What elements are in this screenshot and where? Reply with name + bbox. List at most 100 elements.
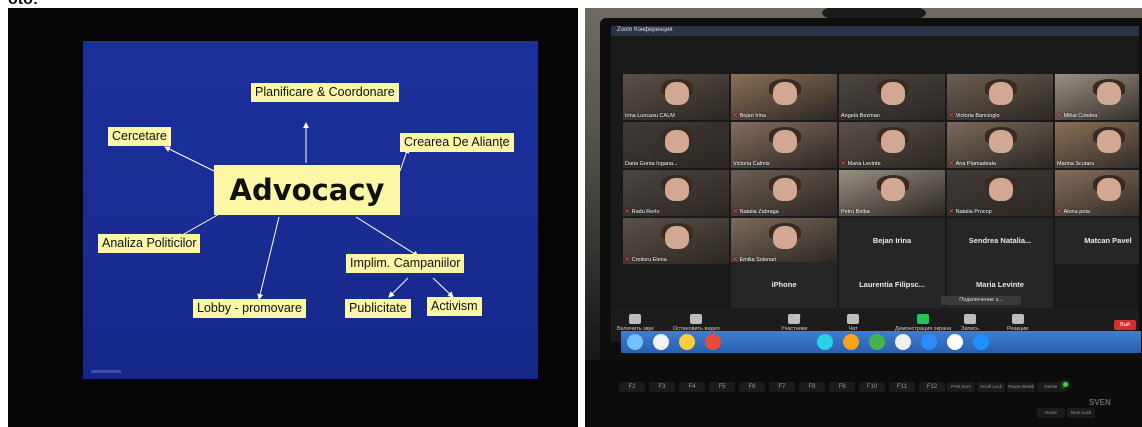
keyboard-key[interactable]: F8 bbox=[799, 382, 825, 392]
folder-icon[interactable] bbox=[679, 334, 695, 350]
participant-tile[interactable]: ✕ Bejan Irina bbox=[731, 74, 837, 120]
participant-face bbox=[665, 82, 689, 106]
keyboard-key[interactable]: F7 bbox=[769, 382, 795, 392]
participant-name-text: Angela Bezman bbox=[841, 113, 880, 119]
keyboard-key[interactable]: F2 bbox=[619, 382, 645, 392]
participant-name: Angela Bezman bbox=[841, 113, 880, 119]
participant-tile[interactable]: ✕ Natalia Procop bbox=[947, 170, 1053, 216]
participant-tile[interactable]: ✕ Ana Plamadeala bbox=[947, 122, 1053, 168]
media-icon[interactable] bbox=[705, 334, 721, 350]
zoom-titlebar: Zoom Конференция bbox=[611, 26, 1139, 36]
video-taskbar-icon[interactable] bbox=[973, 334, 989, 350]
participant-face bbox=[1097, 82, 1121, 106]
participant-tile[interactable]: ✕ Victoria Bancioglo bbox=[947, 74, 1053, 120]
arrow-implim bbox=[355, 216, 419, 257]
keyboard-key[interactable]: F3 bbox=[649, 382, 675, 392]
participant-tile[interactable]: Daria Gonta Iogana... bbox=[623, 122, 729, 168]
keyboard-key[interactable]: F9 bbox=[829, 382, 855, 392]
zoom-window: Zoom Конференция Irina Luncasu CALM ✕ Beja… bbox=[611, 26, 1139, 342]
keyboard-key[interactable]: Print Scrn bbox=[947, 382, 975, 392]
mic-muted-icon: ✕ bbox=[949, 113, 954, 119]
participant-tile[interactable]: ✕ Maria Levinte bbox=[839, 122, 945, 168]
search-icon[interactable] bbox=[843, 334, 859, 350]
participant-tile[interactable]: ✕ Emilia Solonari bbox=[731, 218, 837, 264]
participant-face bbox=[773, 226, 797, 250]
participant-tile[interactable]: ✕ Alona pota bbox=[1055, 170, 1139, 216]
participant-name: ✕ Alona pota bbox=[1057, 209, 1090, 215]
arrow-activism bbox=[432, 277, 454, 298]
participant-name: ✕ Victoria Bancioglo bbox=[949, 113, 1000, 119]
toolbar-reactions-button[interactable]: Реакции bbox=[1007, 314, 1028, 332]
keyboard-key[interactable]: Num Lock bbox=[1067, 408, 1095, 418]
keyboard-key[interactable]: Pause Break bbox=[1007, 382, 1035, 392]
app-icon[interactable] bbox=[817, 334, 833, 350]
mic-muted-icon: ✕ bbox=[949, 209, 954, 215]
participant-tile[interactable]: Marina Scutaru bbox=[1055, 122, 1139, 168]
participant-name: Petru Bolba bbox=[841, 209, 870, 215]
keyboard-key[interactable]: Delete bbox=[1037, 382, 1065, 392]
end-meeting-button[interactable]: Вый bbox=[1114, 320, 1136, 330]
keyboard-key[interactable]: Scroll Lock bbox=[977, 382, 1005, 392]
keyboard-key[interactable]: F10 bbox=[859, 382, 885, 392]
mic-muted-icon: ✕ bbox=[625, 209, 630, 215]
zoom-taskbar-icon[interactable] bbox=[921, 334, 937, 350]
participant-face bbox=[773, 82, 797, 106]
toolbar-record-button[interactable]: Запись bbox=[961, 314, 979, 332]
participant-face bbox=[989, 178, 1013, 202]
participant-name: ✕ Croitoru Elena bbox=[625, 257, 667, 263]
participant-name-text: Maria Levinte bbox=[847, 161, 881, 167]
participant-tile-name-only[interactable]: Laurentia Filipsc... bbox=[839, 262, 945, 308]
participant-tile[interactable]: Angela Bezman bbox=[839, 74, 945, 120]
toolbar-video-button[interactable]: Остановить видео bbox=[673, 314, 720, 332]
participant-tile-name-only[interactable]: iPhone bbox=[731, 262, 837, 308]
keyboard-brand: SVEN bbox=[1089, 398, 1111, 407]
participant-tile[interactable]: ✕ Natalia Zabraga bbox=[731, 170, 837, 216]
toolbar-chat-button[interactable]: Чат bbox=[847, 314, 859, 332]
participant-face bbox=[881, 82, 905, 106]
keyboard-key[interactable]: F11 bbox=[889, 382, 915, 392]
mic-muted-icon: ✕ bbox=[841, 161, 846, 167]
keyboard-key[interactable]: Home bbox=[1037, 408, 1065, 418]
toolbar-mic-muted-button[interactable]: Включить звук bbox=[617, 314, 654, 332]
document-icon[interactable] bbox=[947, 334, 963, 350]
participant-tile[interactable]: ✕ Mihai Cotelea bbox=[1055, 74, 1139, 120]
keyboard-key[interactable]: F12 bbox=[919, 382, 945, 392]
participant-name-text: Daria Gonta Iogana... bbox=[625, 161, 678, 167]
mic-muted-icon: ✕ bbox=[1057, 209, 1062, 215]
toolbar-participants-button[interactable]: 23 Участники bbox=[781, 314, 807, 332]
mic-muted-icon: ✕ bbox=[1057, 113, 1062, 119]
slide-footer-mark bbox=[91, 370, 121, 373]
arrow-lobby bbox=[257, 216, 280, 300]
chrome-icon[interactable] bbox=[869, 334, 885, 350]
participant-tile-name-only[interactable]: Sendrea Natalia... bbox=[947, 218, 1053, 264]
participant-tile[interactable]: Petru Bolba bbox=[839, 170, 945, 216]
participant-tile-name-only[interactable]: Matcan Pavel bbox=[1055, 218, 1139, 264]
chat-icon bbox=[847, 314, 859, 324]
participant-tile[interactable]: ✕ Radu Rerlo bbox=[623, 170, 729, 216]
browser-icon[interactable] bbox=[653, 334, 669, 350]
participant-face bbox=[1097, 178, 1121, 202]
participant-display-name: Matcan Pavel bbox=[1084, 236, 1132, 245]
keyboard-key[interactable]: F5 bbox=[709, 382, 735, 392]
participant-tile[interactable]: ✕ Croitoru Elena bbox=[623, 218, 729, 264]
participant-tile[interactable]: Irina Luncasu CALM bbox=[623, 74, 729, 120]
start-icon[interactable] bbox=[627, 334, 643, 350]
participant-tile-name-only[interactable]: Bejan Irina bbox=[839, 218, 945, 264]
participant-tile[interactable]: Victoria Calmis bbox=[731, 122, 837, 168]
participant-name: ✕ Natalia Procop bbox=[949, 209, 992, 215]
share-screen-icon bbox=[917, 314, 930, 324]
participant-name-text: Radu Rerlo bbox=[631, 209, 660, 215]
keyboard-key[interactable]: F6 bbox=[739, 382, 765, 392]
mic-muted-icon: ✕ bbox=[733, 113, 738, 119]
power-led bbox=[1063, 382, 1068, 387]
participant-name: ✕ Maria Levinte bbox=[841, 161, 881, 167]
advocacy-slide: Planificare & Coordonare Cercetare Crear… bbox=[83, 41, 538, 379]
keyboard-key[interactable]: F4 bbox=[679, 382, 705, 392]
participant-name: Marina Scutaru bbox=[1057, 161, 1094, 167]
participant-display-name: iPhone bbox=[771, 280, 797, 289]
toolbar-share-screen-button[interactable]: Демонстрация экрана bbox=[895, 314, 951, 332]
arrow-publicitate bbox=[388, 277, 409, 298]
opera-icon[interactable] bbox=[895, 334, 911, 350]
participant-name-text: Petru Bolba bbox=[841, 209, 870, 215]
participant-name-text: Croitoru Elena bbox=[631, 257, 667, 263]
